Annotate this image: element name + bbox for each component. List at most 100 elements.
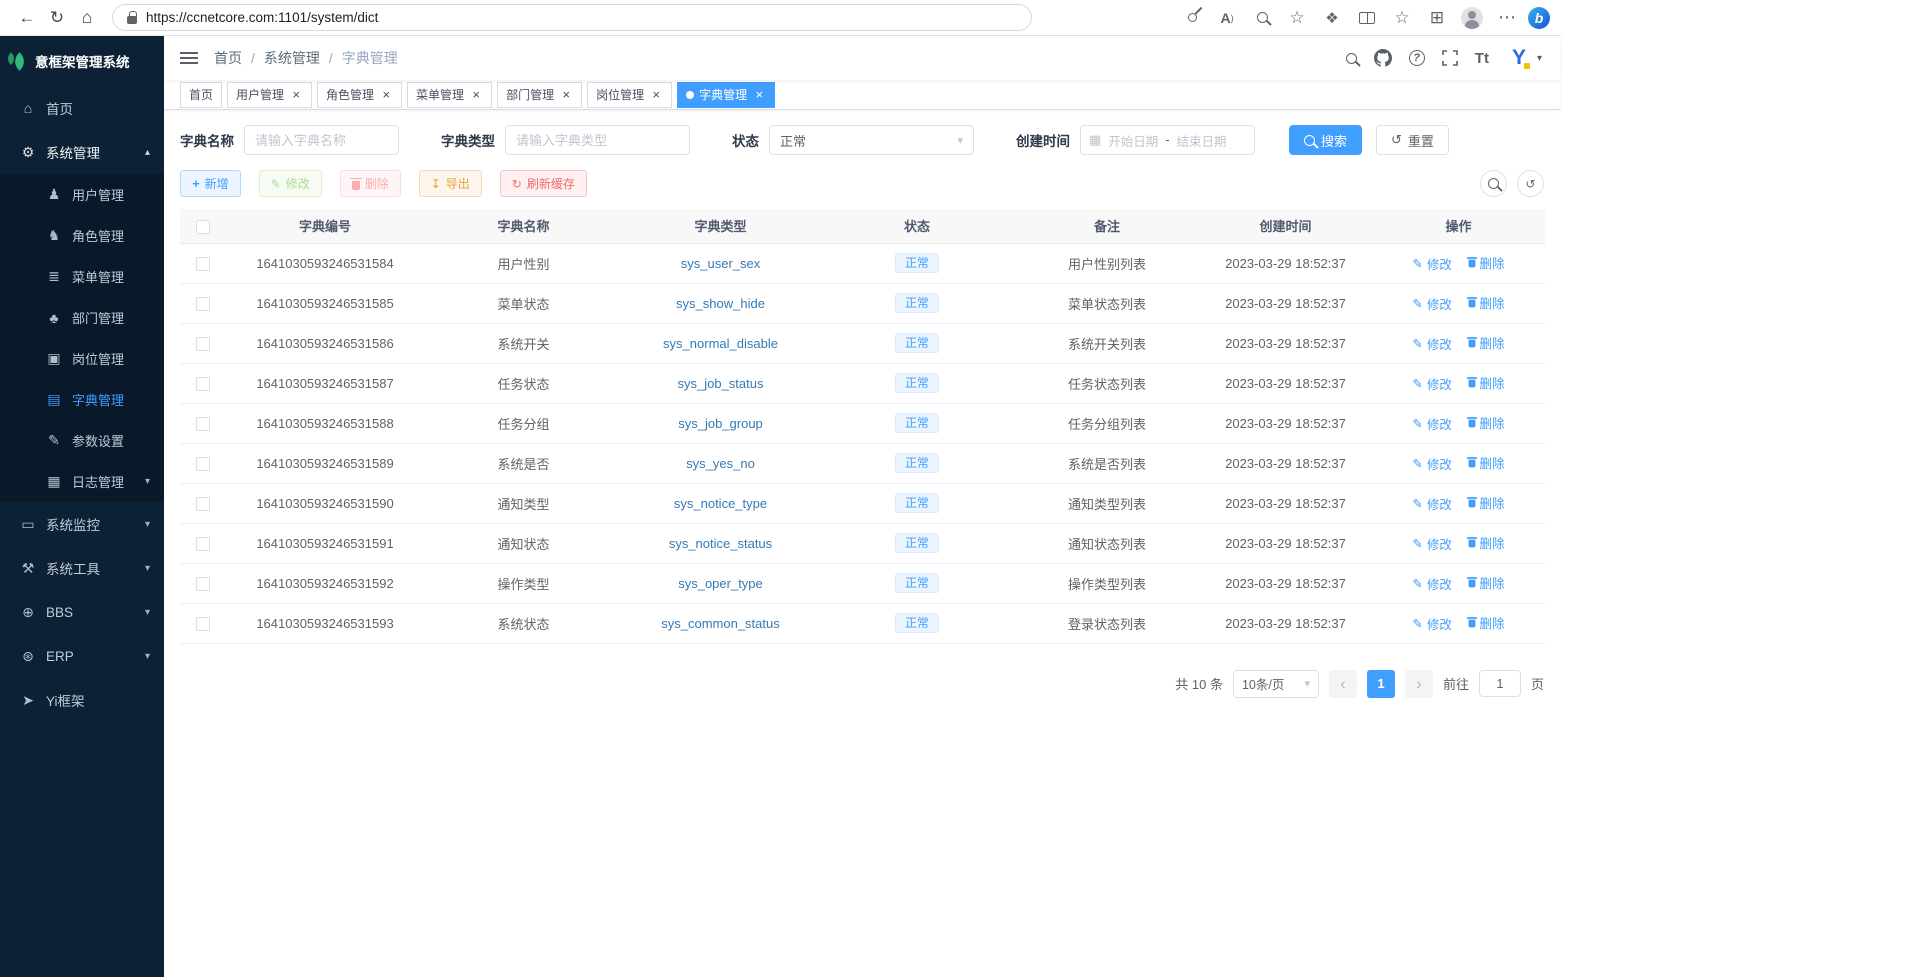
export-button[interactable]: 导出 [419, 170, 482, 197]
sidebar-item[interactable]: ⊛ ERP ▾ [0, 634, 164, 678]
breadcrumb-item[interactable]: 字典管理 [320, 48, 398, 68]
sidebar-item[interactable]: ≣ 菜单管理 [0, 256, 164, 297]
read-aloud-icon[interactable] [1213, 3, 1241, 33]
row-delete-button[interactable]: 删除 [1468, 453, 1505, 472]
tab[interactable]: 部门管理 [497, 82, 582, 108]
favorites-icon[interactable] [1388, 3, 1416, 33]
breadcrumb-item[interactable]: 系统管理 [242, 48, 320, 68]
row-edit-button[interactable]: 修改 [1412, 614, 1452, 633]
collections-icon[interactable] [1423, 3, 1451, 33]
tab[interactable]: 首页 [180, 82, 222, 108]
next-page-button[interactable] [1405, 670, 1433, 698]
search-icon[interactable] [1346, 53, 1357, 64]
github-icon[interactable] [1374, 49, 1392, 67]
help-icon[interactable] [1409, 50, 1425, 66]
tab-close-icon[interactable] [649, 88, 663, 102]
tab-close-icon[interactable] [289, 88, 303, 102]
sidebar-item[interactable]: ♣ 部门管理 [0, 297, 164, 338]
sidebar-item[interactable]: ✎ 参数设置 [0, 420, 164, 461]
select-all-checkbox[interactable] [196, 220, 210, 234]
dict-type-link[interactable]: sys_notice_type [674, 496, 767, 511]
tab-close-icon[interactable] [379, 88, 393, 102]
dict-name-input[interactable] [244, 125, 399, 155]
edit-button[interactable]: 修改 [259, 170, 322, 197]
status-select[interactable]: 正常 [769, 125, 974, 155]
zoom-icon[interactable] [1248, 3, 1276, 33]
date-range-picker[interactable]: 开始日期 - 结束日期 [1080, 125, 1255, 155]
reset-button[interactable]: 重置 [1376, 125, 1449, 155]
row-edit-button[interactable]: 修改 [1412, 494, 1452, 513]
dict-type-link[interactable]: sys_notice_status [669, 536, 772, 551]
dict-type-link[interactable]: sys_oper_type [678, 576, 763, 591]
sidebar-item[interactable]: ⚒ 系统工具 ▾ [0, 546, 164, 590]
sidebar-item[interactable]: ▣ 岗位管理 [0, 338, 164, 379]
bing-icon[interactable] [1528, 7, 1550, 29]
tab[interactable]: 字典管理 [677, 82, 775, 108]
tab-close-icon[interactable] [559, 88, 573, 102]
row-delete-button[interactable]: 删除 [1468, 493, 1505, 512]
row-delete-button[interactable]: 删除 [1468, 573, 1505, 592]
tab-close-icon[interactable] [469, 88, 483, 102]
row-checkbox[interactable] [196, 417, 210, 431]
dict-type-input[interactable] [505, 125, 690, 155]
delete-button[interactable]: 删除 [340, 170, 401, 197]
sidebar-item[interactable]: ⊕ BBS ▾ [0, 590, 164, 634]
dict-type-link[interactable]: sys_common_status [661, 616, 780, 631]
search-button[interactable]: 搜索 [1289, 125, 1362, 155]
row-delete-button[interactable]: 删除 [1468, 413, 1505, 432]
sidebar-item[interactable]: ➤ Yi框架 [0, 678, 164, 722]
site-lock-icon[interactable] [127, 16, 137, 24]
row-delete-button[interactable]: 删除 [1468, 533, 1505, 552]
back-button[interactable] [12, 3, 42, 33]
row-delete-button[interactable]: 删除 [1468, 613, 1505, 632]
sidebar-item[interactable]: ♞ 角色管理 [0, 215, 164, 256]
row-edit-button[interactable]: 修改 [1412, 374, 1452, 393]
row-delete-button[interactable]: 删除 [1468, 373, 1505, 392]
row-checkbox[interactable] [196, 377, 210, 391]
row-delete-button[interactable]: 删除 [1468, 293, 1505, 312]
row-checkbox[interactable] [196, 537, 210, 551]
tab[interactable]: 用户管理 [227, 82, 312, 108]
address-bar[interactable]: https://ccnetcore.com:1101/system/dict [112, 4, 1032, 31]
sidebar-item[interactable]: ⚙ 系统管理 ▴ [0, 130, 164, 174]
page-size-select[interactable]: 10条/页 [1233, 670, 1319, 698]
goto-page-input[interactable] [1479, 670, 1521, 697]
split-screen-icon[interactable] [1353, 3, 1381, 33]
sidebar-toggle-button[interactable] [180, 57, 198, 59]
row-delete-button[interactable]: 删除 [1468, 333, 1505, 352]
row-edit-button[interactable]: 修改 [1412, 534, 1452, 553]
sidebar-item[interactable]: ▭ 系统监控 ▾ [0, 502, 164, 546]
user-avatar-logo[interactable] [1506, 45, 1532, 71]
sidebar-item[interactable]: ⌂ 首页 [0, 86, 164, 130]
dict-type-link[interactable]: sys_yes_no [686, 456, 755, 471]
dict-type-link[interactable]: sys_job_group [678, 416, 763, 431]
sidebar-item[interactable]: ▦ 日志管理 ▾ [0, 461, 164, 502]
dict-type-link[interactable]: sys_user_sex [681, 256, 760, 271]
tab-close-icon[interactable] [752, 88, 766, 102]
font-size-icon[interactable] [1475, 50, 1489, 67]
row-checkbox[interactable] [196, 257, 210, 271]
profile-avatar[interactable] [1458, 3, 1486, 33]
breadcrumb-item[interactable]: 首页 [214, 48, 242, 68]
add-button[interactable]: 新增 [180, 170, 241, 197]
row-edit-button[interactable]: 修改 [1412, 574, 1452, 593]
row-checkbox[interactable] [196, 297, 210, 311]
dict-type-link[interactable]: sys_job_status [678, 376, 764, 391]
row-edit-button[interactable]: 修改 [1412, 254, 1452, 273]
refresh-cache-button[interactable]: 刷新缓存 [500, 170, 587, 197]
dict-type-link[interactable]: sys_show_hide [676, 296, 765, 311]
row-checkbox[interactable] [196, 497, 210, 511]
row-edit-button[interactable]: 修改 [1412, 454, 1452, 473]
row-edit-button[interactable]: 修改 [1412, 294, 1452, 313]
tab[interactable]: 岗位管理 [587, 82, 672, 108]
tab[interactable]: 菜单管理 [407, 82, 492, 108]
home-button[interactable] [72, 3, 102, 33]
row-delete-button[interactable]: 删除 [1468, 253, 1505, 272]
browser-menu-icon[interactable] [1493, 3, 1521, 33]
password-key-icon[interactable] [1178, 3, 1206, 33]
refresh-table-button[interactable] [1517, 170, 1544, 197]
prev-page-button[interactable] [1329, 670, 1357, 698]
toggle-search-button[interactable] [1480, 170, 1507, 197]
browser-essentials-icon[interactable] [1318, 3, 1346, 33]
sidebar-item[interactable]: ▤ 字典管理 [0, 379, 164, 420]
